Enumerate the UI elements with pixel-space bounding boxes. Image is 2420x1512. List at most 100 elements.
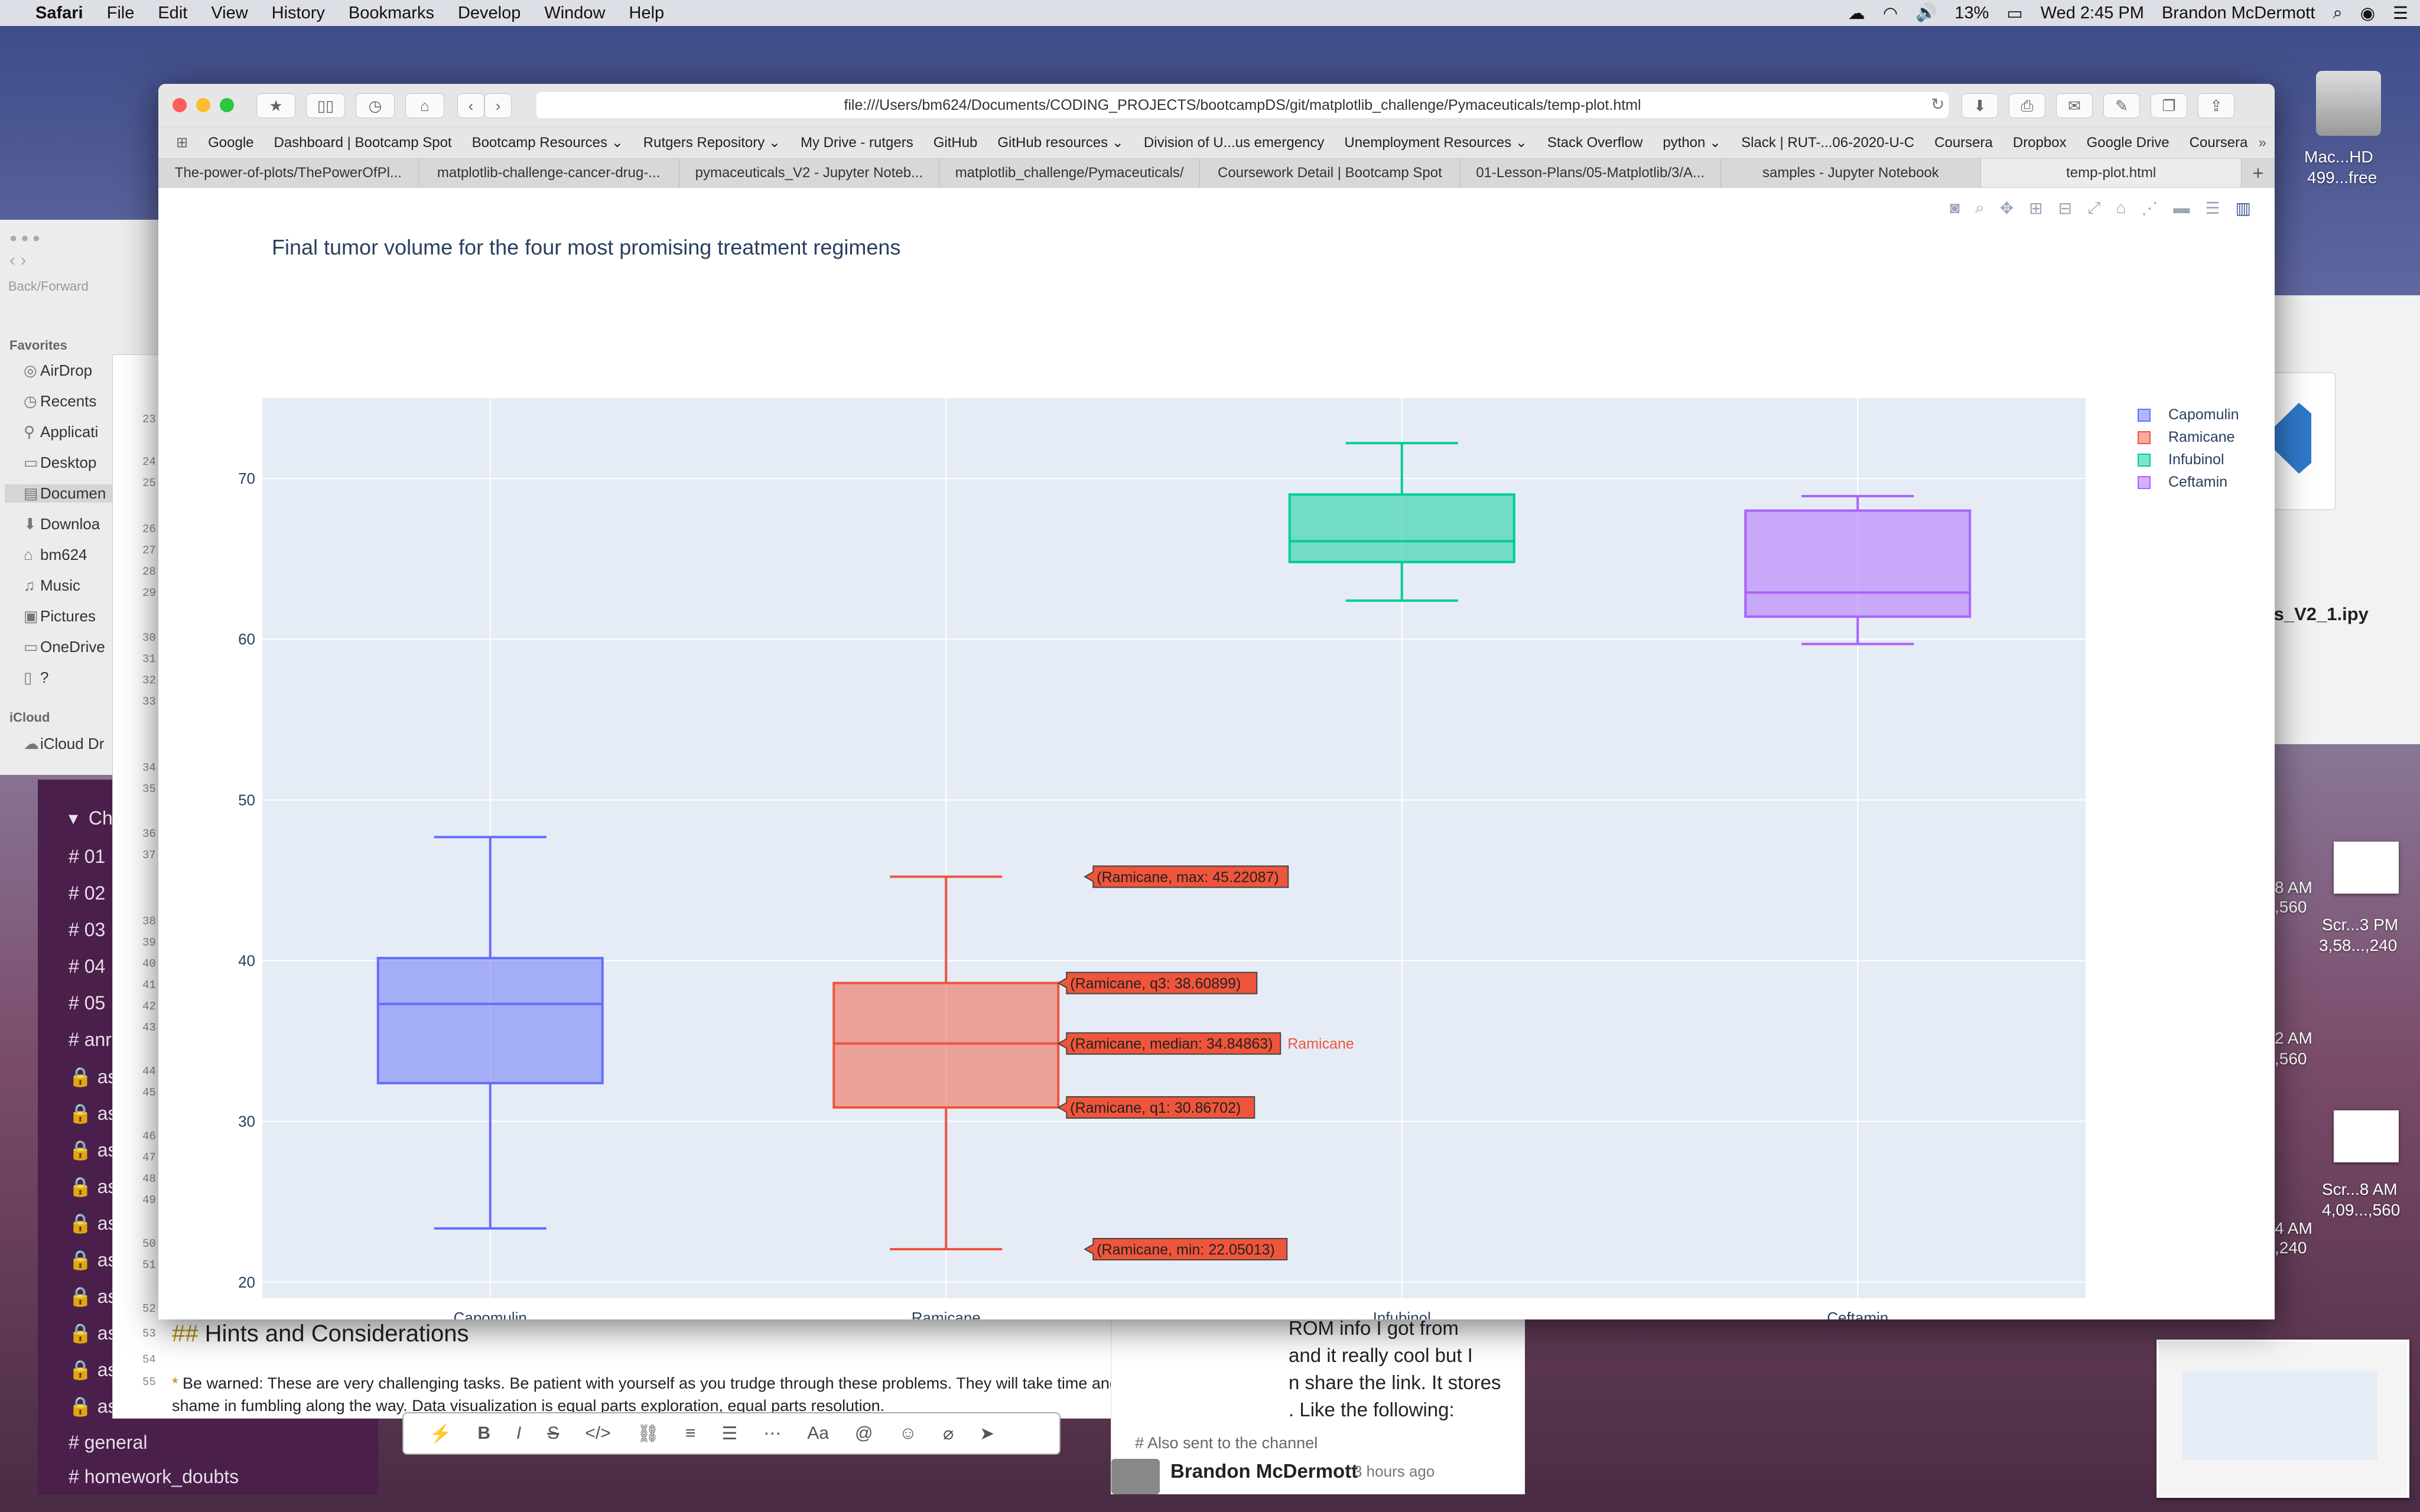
spotlight-icon[interactable]: ⌕ [2333,4,2342,23]
bold-icon[interactable]: B [477,1423,490,1443]
sidebar-item-airdrop[interactable]: ◎ AirDrop [24,361,92,380]
menu-view[interactable]: View [211,4,248,23]
channel-item[interactable]: # 03 [69,919,105,941]
mail-icon[interactable]: ✉ [2056,93,2093,118]
bookmark-github[interactable]: GitHub [933,135,978,151]
battery-percent[interactable]: 13% [1954,4,1989,23]
menu-develop[interactable]: Develop [458,4,521,23]
text-format-icon[interactable]: Aa [807,1423,829,1443]
menu-edit[interactable]: Edit [158,4,187,23]
bookmark-rutgers-repository[interactable]: Rutgers Repository ⌄ [643,134,780,151]
grid-icon[interactable]: ⊞ [176,134,188,151]
sidebar-item-onedrive[interactable]: ▭ OneDrive [24,638,105,656]
bookmark-google[interactable]: Google [208,135,253,151]
sidebar-item-pictures[interactable]: ▣ Pictures [24,607,96,625]
tab[interactable]: Coursework Detail | Bootcamp Spot [1200,159,1461,187]
window-controls-icon[interactable]: ● ● ● [9,230,40,246]
tab-overview-icon[interactable]: ❐ [2151,93,2187,118]
screenshot-thumbnail[interactable] [2334,842,2399,894]
legend-item-infubinol[interactable]: Infubinol [2138,451,2224,468]
sidebar-item-music[interactable]: ♫ Music [24,576,80,595]
close-window-icon[interactable] [173,98,187,112]
bookmark-stack-overflow[interactable]: Stack Overflow [1547,135,1642,151]
siri-icon[interactable]: ◉ [2360,3,2375,24]
channel-general[interactable]: # general [69,1432,147,1454]
sidebar-icon[interactable]: ▯▯ [306,93,345,118]
channel-item[interactable]: # 01 [69,846,105,868]
channel-homework[interactable]: # homework_doubts [69,1466,239,1488]
history-icon[interactable]: ◷ [356,93,395,118]
volume-icon[interactable]: 🔊 [1915,3,1937,23]
bookmark-coursera[interactable]: Coursera [1934,135,1993,151]
menu-history[interactable]: History [272,4,325,23]
hard-disk-icon[interactable] [2316,71,2381,136]
markdown-heading[interactable]: ## Hints and Considerations [172,1321,469,1347]
send-icon[interactable]: ➤ [980,1423,994,1444]
tab[interactable]: pymaceuticals_V2 - Jupyter Noteb... [679,159,940,187]
bookmark-slack[interactable]: Slack | RUT-...06-2020-U-C [1741,135,1914,151]
screenshot-thumbnail[interactable] [2334,1110,2399,1162]
new-tab-icon[interactable]: + [2242,159,2275,187]
legend-item-ramicane[interactable]: Ramicane [2138,429,2235,446]
menu-help[interactable]: Help [629,4,665,23]
markup-icon[interactable]: ✎ [2103,93,2140,118]
channel-item[interactable]: # 02 [69,882,105,904]
emoji-icon[interactable]: ☺ [899,1423,917,1443]
link-icon[interactable]: ⛓ [637,1423,659,1444]
print-icon[interactable]: ⎙ [2009,93,2045,118]
tab[interactable]: samples - Jupyter Notebook [1721,159,1982,187]
sidebar-item-applications[interactable]: ⚲ Applicati [24,423,98,441]
tab-active[interactable]: temp-plot.html [1981,159,2242,187]
strikethrough-icon[interactable]: S [547,1423,559,1443]
sidebar-item-home[interactable]: ⌂ bm624 [24,546,87,564]
minimize-window-icon[interactable] [196,98,210,112]
sidebar-item-downloads[interactable]: ⬇ Downloa [24,515,100,533]
tab[interactable]: matplotlib-challenge-cancer-drug-... [419,159,679,187]
menu-app-name[interactable]: Safari [35,4,83,23]
bookmark-bootcamp-resources[interactable]: Bootcamp Resources ⌄ [472,134,623,151]
bookmark-google-drive[interactable]: Google Drive [2087,135,2169,151]
sidebar-item-desktop[interactable]: ▭ Desktop [24,454,96,472]
bookmark-division[interactable]: Division of U...us emergency [1144,135,1324,151]
code-icon[interactable]: </> [585,1423,610,1443]
address-bar[interactable]: file:///Users/bm624/Documents/CODING_PRO… [536,92,1949,118]
cloud-icon[interactable]: ☁ [1848,3,1865,24]
mention-icon[interactable]: @ [855,1423,873,1443]
channel-item[interactable]: # anr [69,1029,112,1051]
screenshot-preview-thumbnail[interactable] [2156,1340,2409,1498]
menu-file[interactable]: File [107,4,135,23]
sidebar-item-icloud-drive[interactable]: ☁iCloud Dr [24,735,104,753]
shortcuts-icon[interactable]: ⚡ [430,1423,451,1444]
share-icon[interactable]: ⇪ [2198,93,2234,118]
bookmark-my-drive[interactable]: My Drive - rutgers [801,135,913,151]
bookmark-dashboard[interactable]: Dashboard | Bootcamp Spot [274,135,452,151]
bookmark-python[interactable]: python ⌄ [1663,134,1721,151]
menu-clock[interactable]: Wed 2:45 PM [2041,4,2144,23]
menu-user[interactable]: Brandon McDermott [2162,4,2315,23]
more-icon[interactable]: ⋯ [763,1423,781,1444]
legend-item-ceftamin[interactable]: Ceftamin [2138,474,2227,491]
menu-window[interactable]: Window [544,4,605,23]
tab[interactable]: 01-Lesson-Plans/05-Matplotlib/3/A... [1461,159,1721,187]
zoom-window-icon[interactable] [220,98,234,112]
tab[interactable]: The-power-of-plots/ThePowerOfPl... [158,159,419,187]
wifi-icon[interactable]: ◠ [1883,3,1898,24]
chat-author[interactable]: Brandon McDermott [1170,1460,1358,1482]
control-center-icon[interactable]: ☰ [2393,3,2408,24]
attach-icon[interactable]: ⌀ [943,1423,954,1444]
bookmark-coursera-2[interactable]: Coursera [2190,135,2248,151]
menu-bookmarks[interactable]: Bookmarks [349,4,434,23]
sidebar-item-unknown[interactable]: ▯? [24,669,48,687]
bookmark-dropbox[interactable]: Dropbox [2013,135,2067,151]
bookmark-unemployment[interactable]: Unemployment Resources ⌄ [1344,134,1527,151]
back-icon[interactable]: ‹ [457,93,484,118]
ordered-list-icon[interactable]: ≡ [685,1423,696,1443]
back-forward-icon[interactable]: ‹ › [9,250,26,271]
more-bookmarks-icon[interactable]: » [2259,135,2266,151]
avatar[interactable] [1111,1459,1160,1494]
bulleted-list-icon[interactable]: ☰ [721,1423,737,1444]
italic-icon[interactable]: I [516,1423,521,1443]
channel-item[interactable]: # 05 [69,992,105,1014]
forward-icon[interactable]: › [484,93,512,118]
reload-icon[interactable]: ↻ [1931,94,1944,114]
